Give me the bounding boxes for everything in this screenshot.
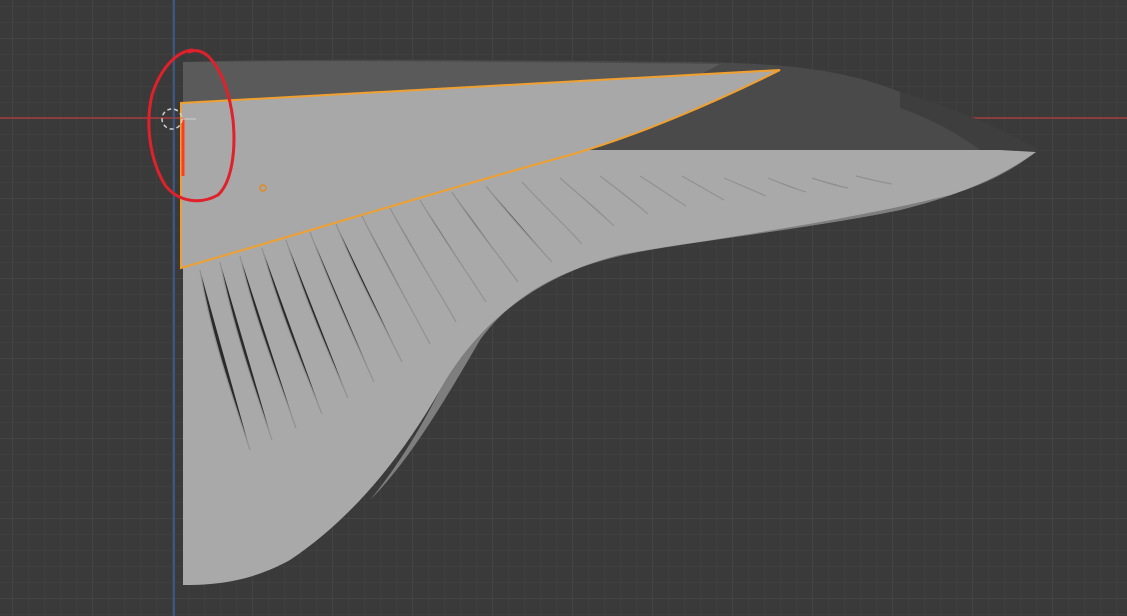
viewport-scene[interactable]	[0, 0, 1127, 616]
3d-viewport[interactable]	[0, 0, 1127, 616]
